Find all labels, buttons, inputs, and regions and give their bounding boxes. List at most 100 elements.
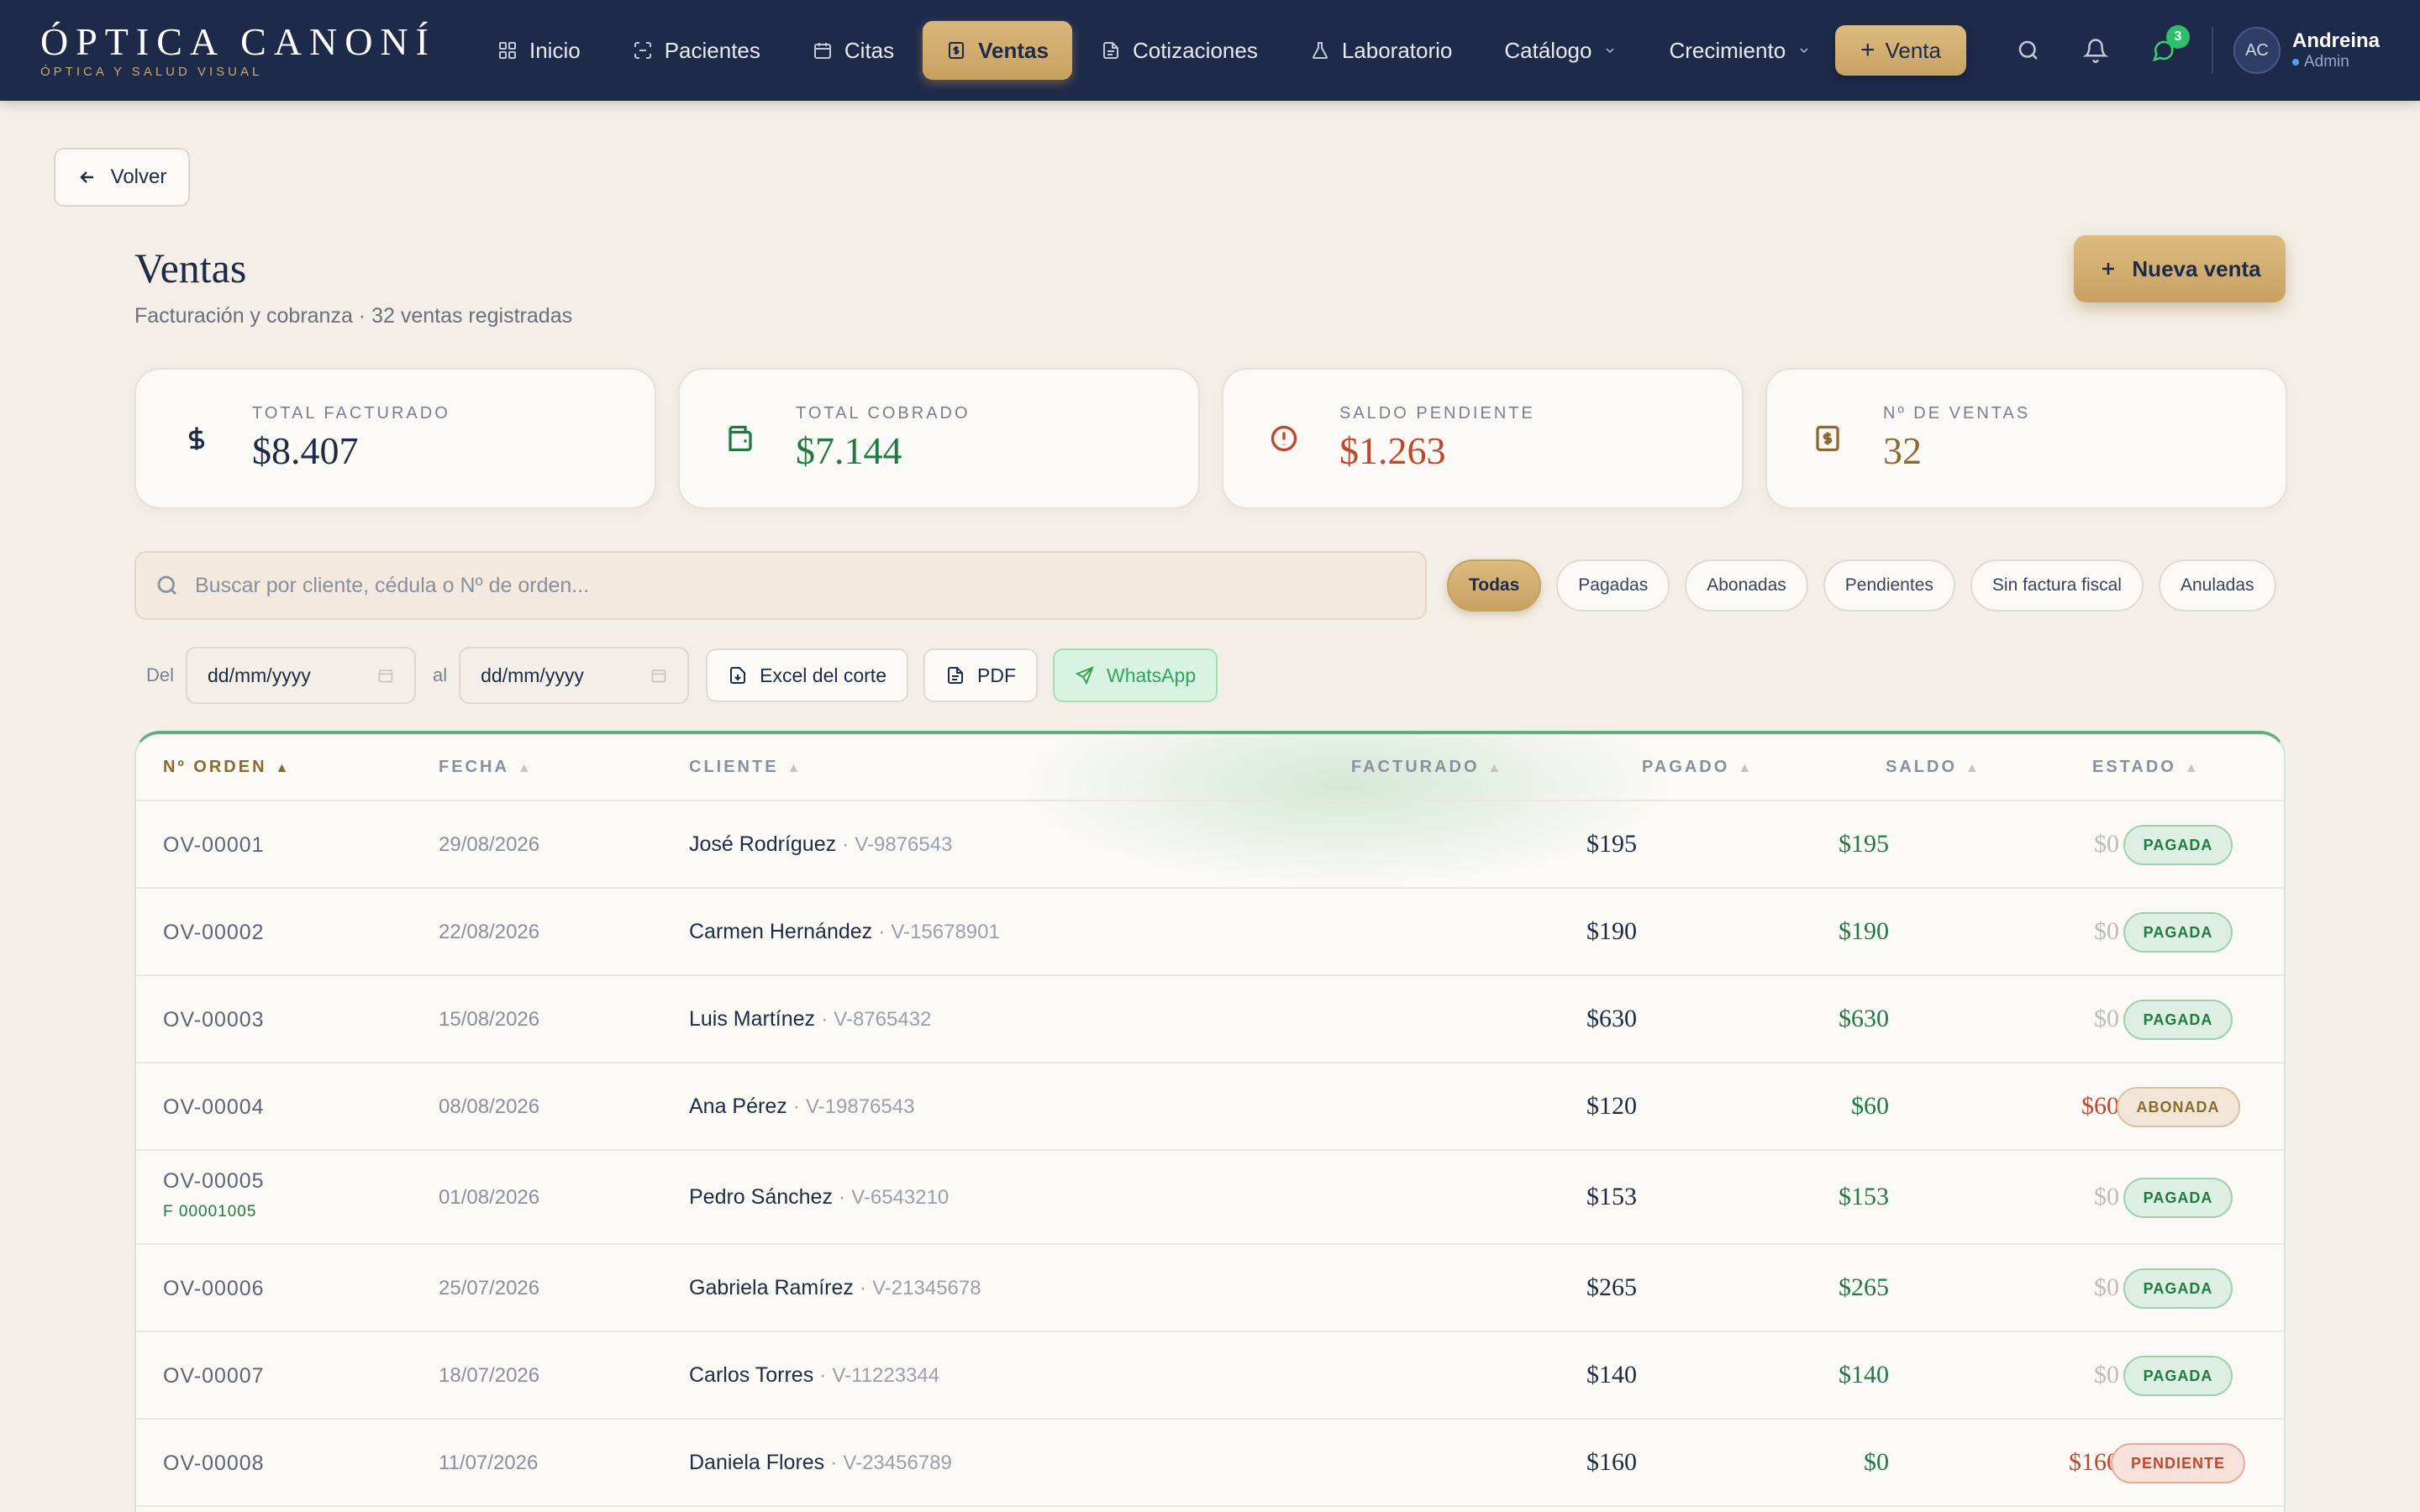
nav-item-pacientes[interactable]: Pacientes <box>609 21 784 80</box>
export-whatsapp-button[interactable]: WhatsApp <box>1053 648 1218 702</box>
status-cell: PAGADA <box>2086 825 2270 865</box>
client-id: V-9876543 <box>855 833 953 856</box>
status-cell: PAGADA <box>2086 1178 2270 1218</box>
quick-venta-button[interactable]: + Venta <box>1834 25 1966 76</box>
nav-item-laboratorio[interactable]: Laboratorio <box>1286 21 1476 80</box>
column-header-billed[interactable]: FACTURADO ▲ <box>1351 758 1503 777</box>
fiscal-invoice-number: F 00001005 <box>163 1203 257 1221</box>
filter-sin-factura-fiscal[interactable]: Sin factura fiscal <box>1970 559 2144 612</box>
plus-icon <box>2102 263 2115 275</box>
column-header-order[interactable]: Nº ORDEN ▲ <box>163 758 291 777</box>
status-badge: PAGADA <box>2123 1268 2233 1309</box>
stat-value: 32 <box>1883 429 1922 472</box>
column-header-label: FECHA <box>439 758 509 776</box>
status-badge: PAGADA <box>2123 1000 2233 1040</box>
filter-anuladas[interactable]: Anuladas <box>2158 559 2276 612</box>
filter-todas[interactable]: Todas <box>1447 559 1542 612</box>
client-name: Pedro Sánchez <box>689 1185 833 1209</box>
date-to-input[interactable]: dd/mm/yyyy <box>459 647 690 704</box>
column-header-status[interactable]: ESTADO ▲ <box>2092 758 2201 777</box>
filter-pendientes[interactable]: Pendientes <box>1823 559 1955 612</box>
client-cell: Carlos Torres · V-11223344 <box>689 1363 939 1388</box>
calendar-icon <box>651 669 666 683</box>
export-pdf-button[interactable]: PDF <box>923 648 1038 702</box>
nav-item-citas[interactable]: Citas <box>789 21 918 80</box>
separator-dot: · <box>815 1007 834 1031</box>
user-menu[interactable]: AC Andreina Admin <box>2233 27 2380 74</box>
order-number[interactable]: OV-00001 <box>163 833 265 858</box>
new-sale-button[interactable]: Nueva venta <box>2074 235 2286 302</box>
column-header-paid[interactable]: PAGADO ▲ <box>1642 758 1754 777</box>
brand-logo[interactable]: ÓPTICA CANONÍ ÓPTICA Y SALUD VISUAL <box>40 19 452 79</box>
column-header-date[interactable]: FECHA ▲ <box>439 758 534 777</box>
order-number[interactable]: OV-00007 <box>163 1364 265 1389</box>
order-number[interactable]: OV-00008 <box>163 1452 265 1476</box>
order-number[interactable]: OV-00005 <box>163 1169 265 1194</box>
table-row[interactable]: OV-00002 22/08/2026 Carmen Hernández · V-1… <box>136 889 2284 976</box>
column-header-label: SALDO <box>1886 758 1957 776</box>
order-number[interactable]: OV-00003 <box>163 1008 265 1032</box>
separator-dot: · <box>786 1095 806 1118</box>
nav-item-crecimiento[interactable]: Crecimiento <box>1645 21 1834 80</box>
date-from-input[interactable]: dd/mm/yyyy <box>186 647 417 704</box>
nav-item-ventas[interactable]: Ventas <box>923 21 1072 80</box>
nav-item-label: Pacientes <box>664 37 760 63</box>
nav-item-inicio[interactable]: Inicio <box>474 21 604 80</box>
order-number[interactable]: OV-00006 <box>163 1277 265 1301</box>
paid-amount: $60 <box>1851 1092 1889 1120</box>
table-row[interactable]: OV-00007 18/07/2026 Carlos Torres · V-1122… <box>136 1332 2284 1420</box>
sale-date: 08/08/2026 <box>439 1095 540 1118</box>
stat-card-total-cobrado: TOTAL COBRADO $7.144 <box>678 368 1200 509</box>
stat-card-total-facturado: TOTAL FACTURADO $8.407 <box>134 368 656 509</box>
receipt-icon <box>1811 422 1844 455</box>
table-row[interactable]: OV-00003 15/08/2026 Luis Martínez · V-8765… <box>136 976 2284 1063</box>
search-bar <box>134 551 1427 620</box>
top-navbar: ÓPTICA CANONÍ ÓPTICA Y SALUD VISUAL Inic… <box>0 0 2420 101</box>
search-input[interactable] <box>195 573 1371 598</box>
client-cell: Luis Martínez · V-8765432 <box>689 1007 931 1032</box>
client-cell: Carmen Hernández · V-15678901 <box>689 920 1000 944</box>
export-excel-label: Excel del corte <box>760 664 886 686</box>
calendar-icon <box>813 43 831 59</box>
table-row[interactable]: OV-00004 08/08/2026 Ana Pérez · V-19876543… <box>136 1063 2284 1151</box>
table-row[interactable]: OV-00006 25/07/2026 Gabriela Ramírez · V-2… <box>136 1245 2284 1332</box>
sale-date: 18/07/2026 <box>439 1364 540 1387</box>
status-cell: ABONADA <box>2086 1087 2270 1127</box>
status-cell: PAGADA <box>2086 1000 2270 1040</box>
table-row[interactable]: OV-00008 11/07/2026 Daniela Flores · V-234… <box>136 1420 2284 1507</box>
client-cell: Gabriela Ramírez · V-21345678 <box>689 1276 981 1300</box>
send-icon <box>1075 666 1094 685</box>
nav-item-cotizaciones[interactable]: Cotizaciones <box>1077 21 1281 80</box>
export-whatsapp-label: WhatsApp <box>1107 664 1197 686</box>
notifications-button[interactable] <box>2062 17 2129 84</box>
nav-menu: Inicio Pacientes Citas Ventas Cotizacion… <box>474 21 1834 80</box>
stat-card-saldo-pendiente: SALDO PENDIENTE $1.263 <box>1222 368 1744 509</box>
document-icon <box>948 667 963 684</box>
quick-venta-label: Venta <box>1885 37 1941 63</box>
nav-item-label: Inicio <box>529 37 581 63</box>
stat-value: $1.263 <box>1339 429 1446 472</box>
column-header-balance[interactable]: SALDO ▲ <box>1886 758 1981 777</box>
order-number[interactable]: OV-00004 <box>163 1095 265 1120</box>
brand-name: ÓPTICA CANONÍ <box>40 19 436 63</box>
messages-button[interactable]: 3 <box>2129 17 2196 84</box>
nav-item-catalogo[interactable]: Catálogo <box>1481 21 1640 80</box>
client-name: Gabriela Ramírez <box>689 1276 854 1299</box>
filter-pagadas[interactable]: Pagadas <box>1556 559 1670 612</box>
separator-dot: · <box>813 1363 833 1387</box>
filter-abonadas[interactable]: Abonadas <box>1685 559 1808 612</box>
billed-amount: $265 <box>1586 1273 1637 1301</box>
new-sale-label: Nueva venta <box>2132 255 2261 281</box>
search-button[interactable] <box>1995 17 2062 84</box>
export-excel-button[interactable]: Excel del corte <box>706 648 908 702</box>
status-cell: PAGADA <box>2086 1356 2270 1396</box>
date-export-row: Del dd/mm/yyyy al dd/mm/yyyy Excel del c… <box>146 647 1233 704</box>
client-cell: Ana Pérez · V-19876543 <box>689 1095 914 1119</box>
table-row[interactable]: OV-00005 F 00001005 01/08/2026 Pedro Sánche… <box>136 1151 2284 1245</box>
table-row[interactable]: OV-00001 29/08/2026 José Rodríguez · V-987… <box>136 801 2284 889</box>
back-button[interactable]: Volver <box>54 148 190 207</box>
column-header-client[interactable]: CLIENTE ▲ <box>689 758 802 777</box>
sale-date: 11/07/2026 <box>439 1452 539 1474</box>
order-number[interactable]: OV-00002 <box>163 921 265 945</box>
status-cell: PAGADA <box>2086 1268 2270 1309</box>
